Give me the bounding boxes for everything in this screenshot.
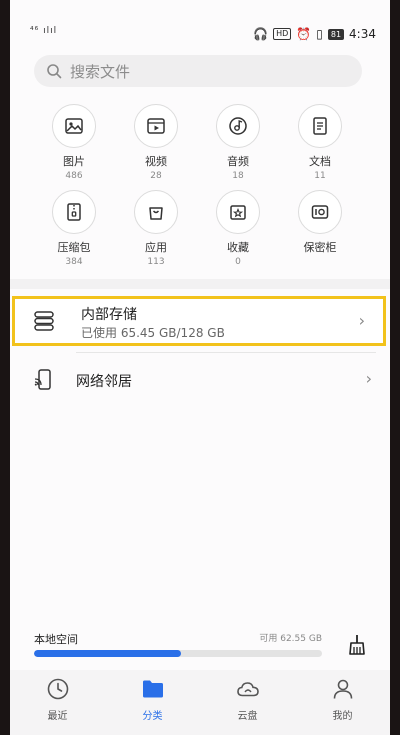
broom-icon bbox=[349, 635, 365, 655]
category-count: 486 bbox=[65, 171, 83, 181]
storage-icon bbox=[34, 311, 54, 331]
divider bbox=[76, 352, 376, 353]
alarm-icon: ⏰ bbox=[296, 27, 312, 41]
category-documents[interactable]: 文档 11 bbox=[275, 104, 365, 181]
nav-label: 云盘 bbox=[237, 711, 258, 722]
category-audio[interactable]: 音频 18 bbox=[193, 104, 283, 181]
star-folder-icon bbox=[216, 190, 260, 234]
status-bar: ⁴⁶ ılıl 🎧 HD ⏰ ▯ 81 4:34 bbox=[10, 0, 390, 41]
archive-icon bbox=[52, 190, 96, 234]
image-icon bbox=[52, 104, 96, 148]
nav-cloud[interactable]: 云盘 bbox=[200, 677, 295, 722]
category-label: 文档 bbox=[309, 155, 331, 168]
category-label: 收藏 bbox=[227, 241, 249, 254]
vibrate-icon: ▯ bbox=[316, 27, 323, 41]
category-count: 384 bbox=[65, 257, 83, 267]
hd-badge: HD bbox=[273, 28, 292, 40]
nav-mine[interactable]: 我的 bbox=[295, 677, 390, 722]
signal-indicator: ⁴⁶ ılıl bbox=[30, 26, 58, 36]
network-device-icon bbox=[34, 369, 51, 390]
category-label: 音频 bbox=[227, 155, 249, 168]
section-separator bbox=[10, 279, 390, 289]
folder-icon bbox=[142, 680, 163, 698]
shopping-bag-icon bbox=[134, 190, 178, 234]
nav-label: 分类 bbox=[142, 711, 163, 722]
internal-storage-row[interactable]: 内部存储 已使用 65.45 GB/128 GB › bbox=[12, 296, 386, 346]
clean-button[interactable] bbox=[346, 634, 368, 660]
headset-icon: 🎧 bbox=[253, 27, 269, 41]
category-label: 保密柜 bbox=[303, 241, 337, 254]
category-apps[interactable]: 应用 113 bbox=[111, 190, 201, 267]
category-videos[interactable]: 视频 28 bbox=[111, 104, 201, 181]
storage-used: 已使用 65.45 GB/128 GB bbox=[81, 326, 225, 340]
status-right: 🎧 HD ⏰ ▯ 81 4:34 bbox=[253, 27, 376, 41]
phone-screen: ⁴⁶ ılıl 🎧 HD ⏰ ▯ 81 4:34 搜索文件 图片 486 视频 … bbox=[10, 0, 390, 735]
category-favorites[interactable]: 收藏 0 bbox=[193, 190, 283, 267]
category-label: 图片 bbox=[63, 155, 85, 168]
category-count: 28 bbox=[150, 171, 162, 181]
nav-categories[interactable]: 分类 bbox=[105, 677, 200, 722]
category-count: 0 bbox=[235, 257, 241, 267]
person-icon bbox=[333, 679, 352, 699]
local-space-free: 可用 62.55 GB bbox=[259, 634, 322, 644]
local-space-label: 本地空间 bbox=[34, 633, 78, 646]
category-images[interactable]: 图片 486 bbox=[29, 104, 119, 181]
category-archives[interactable]: 压缩包 384 bbox=[29, 190, 119, 267]
nav-label: 最近 bbox=[47, 711, 68, 722]
nav-label: 我的 bbox=[332, 711, 353, 722]
category-safe[interactable]: 保密柜 bbox=[275, 190, 365, 257]
cloud-icon bbox=[236, 682, 259, 697]
network-title: 网络邻居 bbox=[76, 374, 132, 390]
search-input[interactable]: 搜索文件 bbox=[34, 55, 362, 87]
bottom-navigation: 最近 分类 云盘 我的 bbox=[10, 670, 390, 735]
document-icon bbox=[298, 104, 342, 148]
storage-title: 内部存储 bbox=[81, 307, 137, 323]
search-placeholder: 搜索文件 bbox=[70, 62, 131, 81]
battery-indicator: 81 bbox=[327, 28, 345, 40]
chevron-right-icon: › bbox=[358, 311, 365, 330]
music-icon bbox=[216, 104, 260, 148]
storage-progress-fill bbox=[34, 650, 182, 657]
clock-icon bbox=[47, 678, 68, 700]
status-time: 4:34 bbox=[349, 27, 376, 41]
category-count: 18 bbox=[232, 171, 244, 181]
category-count: 113 bbox=[147, 257, 165, 267]
video-icon bbox=[134, 104, 178, 148]
category-label: 压缩包 bbox=[57, 241, 91, 254]
storage-progress-bar bbox=[34, 650, 322, 657]
category-label: 应用 bbox=[145, 241, 167, 254]
nav-recent[interactable]: 最近 bbox=[10, 677, 105, 722]
network-neighbors-row[interactable]: 网络邻居 › bbox=[10, 362, 390, 398]
category-count: 11 bbox=[314, 171, 326, 181]
category-label: 视频 bbox=[145, 155, 167, 168]
chevron-right-icon: › bbox=[365, 369, 372, 388]
safe-icon bbox=[298, 190, 342, 234]
search-icon bbox=[47, 64, 62, 79]
